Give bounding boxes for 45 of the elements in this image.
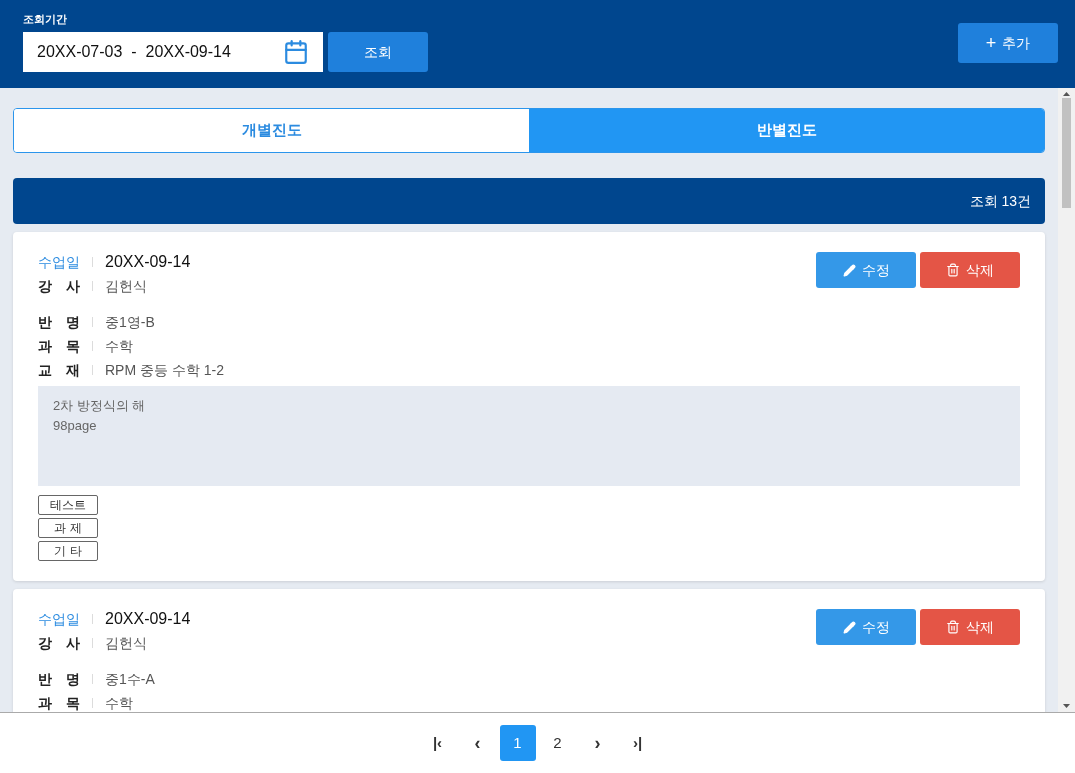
tag-button[interactable]: 기 타 — [38, 541, 98, 561]
date-range-field[interactable]: 20XX-07-03 - 20XX-09-14 — [23, 32, 323, 72]
field-label: 강 사 — [38, 633, 80, 653]
tab[interactable]: 개별진도 — [14, 109, 529, 152]
field-value: 중1영-B — [105, 312, 155, 332]
previous-page-button[interactable]: ‹ — [459, 725, 496, 761]
field-label: 강 사 — [38, 276, 80, 296]
field-label: 수업일 — [38, 609, 80, 629]
tag-button[interactable]: 테스트 — [38, 495, 98, 515]
result-count: 조회 13건 — [969, 191, 1031, 211]
scrollbar[interactable] — [1058, 88, 1075, 712]
field-value: 중1수-A — [105, 669, 155, 689]
scroll-down-icon[interactable] — [1063, 704, 1070, 708]
field-value: 김헌식 — [105, 633, 147, 653]
next-page-button[interactable]: › — [579, 725, 616, 761]
memo-text: 2차 방정식의 해 — [53, 397, 147, 415]
field-label: 수업일 — [38, 252, 80, 272]
tag-button[interactable]: 과 제 — [38, 518, 98, 538]
field-label: 반 명 — [38, 669, 80, 689]
trash-icon — [946, 263, 960, 277]
scroll-thumb[interactable] — [1062, 98, 1071, 208]
field-value: 김헌식 — [105, 276, 147, 296]
field-value: 수학 — [105, 693, 133, 712]
memo-text: 98page — [53, 417, 98, 435]
filter-label: 조회기간 — [23, 12, 68, 27]
field-value: 20XX-09-14 — [105, 609, 191, 629]
delete-button[interactable]: 삭제 — [920, 252, 1020, 288]
field-value: RPM 중등 수학 1-2 — [105, 360, 224, 380]
field-label: 과 목 — [38, 693, 80, 712]
field-label: 교 재 — [38, 360, 80, 380]
field-label: 반 명 — [38, 312, 80, 332]
delete-button[interactable]: 삭제 — [920, 609, 1020, 645]
page-button[interactable]: 2 — [539, 725, 576, 761]
search-button[interactable]: 조회 — [328, 32, 428, 72]
pencil-icon — [842, 263, 856, 277]
scroll-up-icon[interactable] — [1063, 92, 1070, 96]
last-page-button[interactable]: ›| — [619, 725, 656, 761]
pencil-icon — [842, 620, 856, 634]
calendar-icon — [283, 39, 309, 65]
add-button[interactable]: + 추가 — [958, 23, 1058, 63]
trash-icon — [946, 620, 960, 634]
field-label: 과 목 — [38, 336, 80, 356]
field-value: 20XX-09-14 — [105, 252, 191, 272]
first-page-button[interactable]: |‹ — [419, 725, 456, 761]
field-value: 수학 — [105, 336, 133, 356]
